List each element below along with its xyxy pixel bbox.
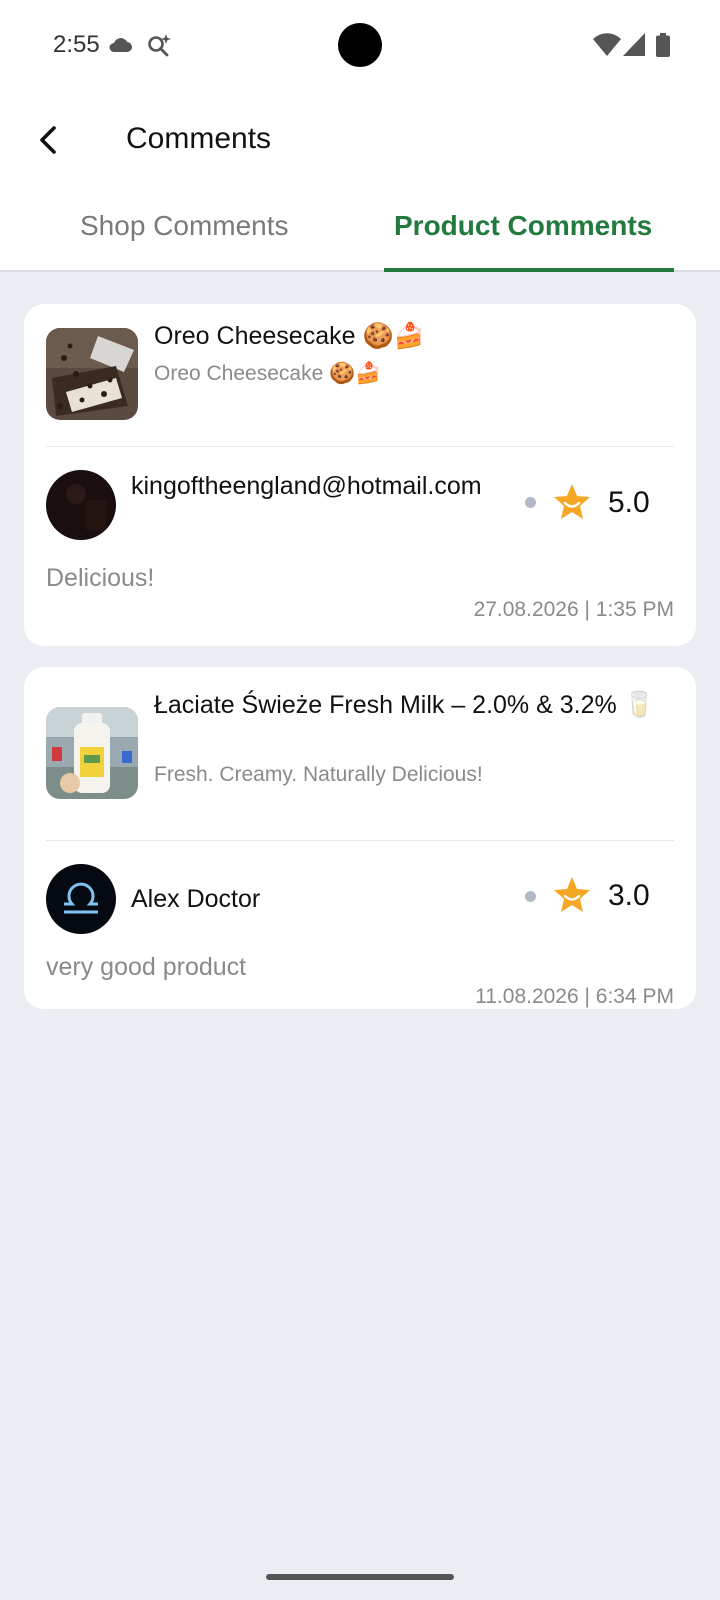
status-time: 2:55: [53, 31, 100, 58]
rating-value: 5.0: [608, 486, 650, 519]
top-bar: 2:55 Comments Shop Comments Product Comm…: [0, 0, 720, 272]
signal-icon: [623, 33, 645, 56]
star-icon: [554, 877, 590, 912]
divider: [46, 446, 674, 447]
avatar[interactable]: [46, 470, 116, 540]
product-description: Fresh. Creamy. Naturally Delicious!: [154, 763, 483, 786]
status-bar: 2:55: [0, 0, 720, 90]
divider: [46, 840, 674, 841]
back-arrow-icon[interactable]: [34, 122, 66, 158]
battery-icon: [656, 33, 670, 57]
comment-text: Delicious!: [46, 564, 155, 592]
page-title: Comments: [126, 122, 272, 155]
cheesecake-image: [46, 328, 138, 420]
avatar[interactable]: [46, 864, 116, 934]
search-sparkle-icon: [148, 34, 171, 57]
product-image[interactable]: [46, 707, 138, 799]
separator-dot: [525, 497, 536, 508]
tab-bar: Shop Comments Product Comments: [0, 200, 720, 272]
tab-shop-comments[interactable]: Shop Comments: [80, 210, 289, 242]
app-bar: Comments: [0, 100, 720, 180]
comment-date: 11.08.2026 | 6:34 PM: [475, 985, 674, 1008]
comment-text: very good product: [46, 953, 247, 981]
separator-dot: [525, 891, 536, 902]
user-avatar-image: [46, 470, 116, 540]
milk-image: [46, 707, 138, 799]
home-indicator[interactable]: [266, 1574, 454, 1580]
comment-card[interactable]: Oreo Cheesecake 🍪🍰 Oreo Cheesecake 🍪🍰 ki…: [24, 304, 696, 646]
user-name: kingoftheengland@hotmail.com: [131, 472, 482, 500]
comment-card[interactable]: Łaciate Świeże Fresh Milk – 2.0% & 3.2% …: [24, 667, 696, 1009]
product-name: Łaciate Świeże Fresh Milk – 2.0% & 3.2% …: [154, 691, 655, 719]
tab-product-comments[interactable]: Product Comments: [394, 210, 652, 242]
active-tab-indicator: [384, 268, 674, 272]
rating-value: 3.0: [608, 879, 650, 912]
cloud-icon: [109, 38, 132, 52]
user-name: Alex Doctor: [131, 885, 261, 913]
product-image[interactable]: [46, 328, 138, 420]
libra-avatar-image: [46, 864, 116, 934]
camera-cutout: [338, 23, 382, 67]
comment-date: 27.08.2026 | 1:35 PM: [473, 598, 674, 621]
product-description: Oreo Cheesecake 🍪🍰: [154, 362, 382, 385]
product-name: Oreo Cheesecake 🍪🍰: [154, 322, 425, 350]
star-icon: [554, 484, 590, 519]
wifi-icon: [593, 33, 621, 56]
